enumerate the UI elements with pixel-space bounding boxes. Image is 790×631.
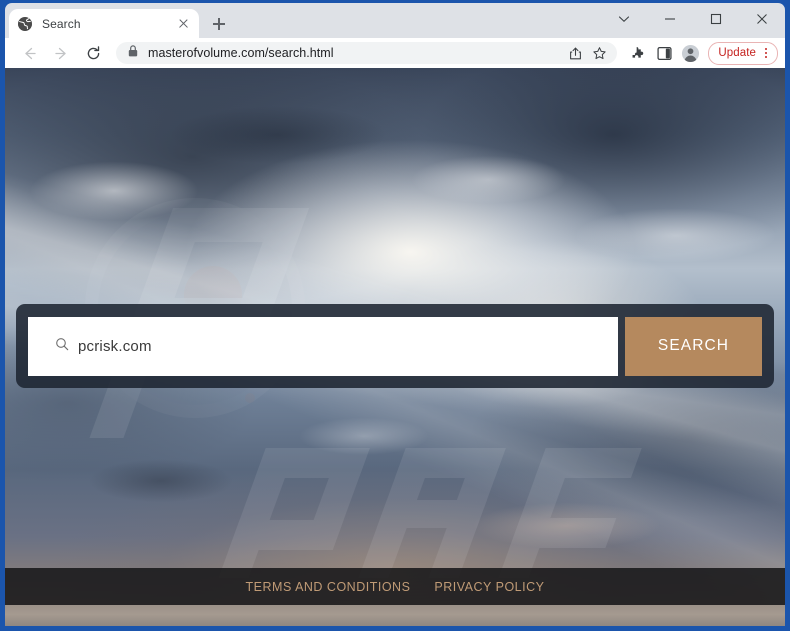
lock-icon: [127, 44, 141, 63]
new-tab-button[interactable]: [207, 12, 231, 36]
search-input[interactable]: pcrisk.com: [28, 316, 618, 376]
forward-arrow-icon: [54, 47, 66, 59]
search-panel: pcrisk.com SEARCH: [16, 304, 774, 388]
side-panel-icon: [657, 46, 672, 60]
update-button[interactable]: Update: [708, 41, 778, 65]
minimize-icon: [665, 18, 675, 20]
back-arrow-icon: [24, 47, 36, 59]
globe-icon: [17, 16, 33, 32]
share-icon[interactable]: [565, 43, 585, 63]
close-icon: [757, 14, 767, 24]
update-button-label: Update: [718, 47, 756, 59]
close-window-button[interactable]: [739, 3, 785, 35]
page-viewport: pcrisk.com SEARCH TERMS AND CONDITIONS P…: [5, 68, 785, 626]
extensions-button[interactable]: [625, 40, 651, 66]
address-bar-url: masterofvolume.com/search.html: [148, 46, 334, 60]
three-dot-menu-icon[interactable]: [760, 45, 772, 61]
reload-button[interactable]: [79, 39, 107, 67]
forward-button[interactable]: [47, 39, 75, 67]
page-footer: TERMS AND CONDITIONS PRIVACY POLICY: [5, 568, 785, 605]
puzzle-piece-icon: [632, 46, 644, 58]
close-icon[interactable]: [175, 16, 191, 32]
page-bottom-strip: [5, 605, 785, 626]
search-button-label: SEARCH: [657, 337, 730, 354]
star-icon[interactable]: [589, 43, 609, 63]
maximize-button[interactable]: [693, 3, 739, 35]
minimize-button[interactable]: [647, 3, 693, 35]
search-input-value: pcrisk.com: [78, 337, 152, 355]
chevron-down-icon: [618, 16, 630, 23]
browser-window: Search masterofvolume.com/search.html Up…: [0, 0, 790, 631]
account-avatar-icon: [681, 44, 699, 62]
tab-title: Search: [42, 16, 81, 31]
search-button[interactable]: SEARCH: [625, 316, 762, 376]
maximize-icon: [710, 13, 722, 25]
browser-toolbar: masterofvolume.com/search.html Update: [5, 38, 785, 68]
tab-strip: Search: [5, 3, 785, 38]
terms-and-conditions-link[interactable]: TERMS AND CONDITIONS: [246, 580, 411, 594]
browser-tab[interactable]: Search: [9, 9, 199, 38]
side-panel-button[interactable]: [651, 40, 677, 66]
profile-button[interactable]: [677, 40, 703, 66]
back-button[interactable]: [15, 39, 43, 67]
magnifier-icon: [55, 337, 69, 356]
window-controls: [601, 3, 785, 38]
privacy-policy-link[interactable]: PRIVACY POLICY: [434, 580, 544, 594]
reload-icon: [87, 45, 99, 59]
tab-search-button[interactable]: [601, 3, 647, 35]
address-bar[interactable]: masterofvolume.com/search.html: [116, 42, 618, 64]
